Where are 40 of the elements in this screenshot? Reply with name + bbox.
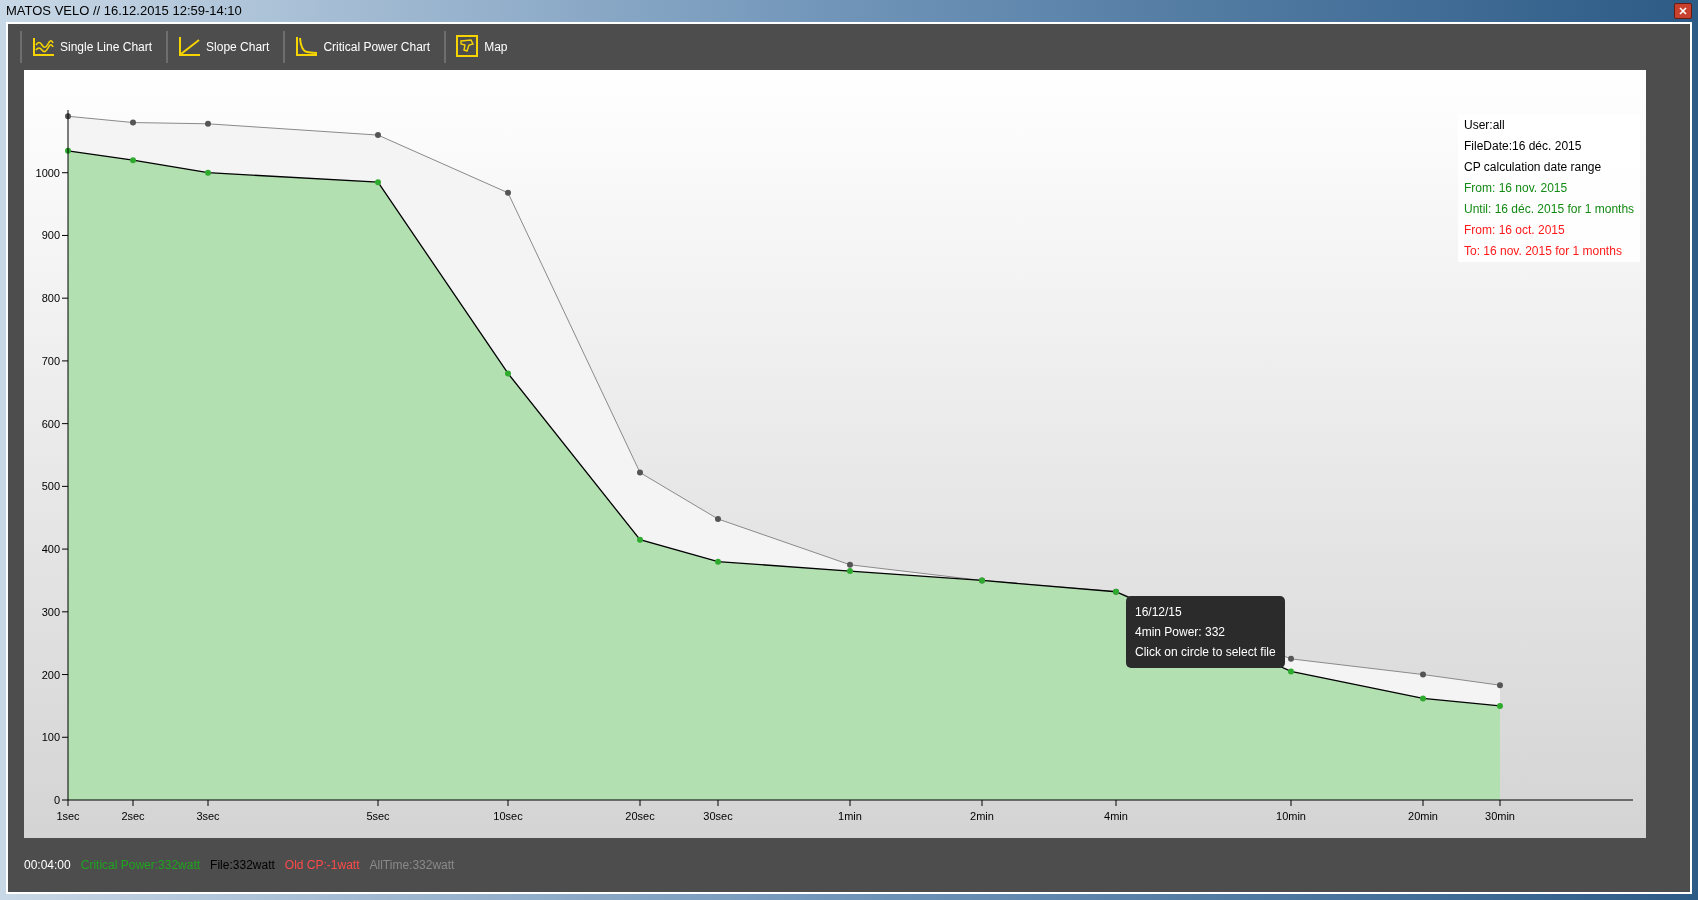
x-tick-label: 10sec <box>493 810 523 822</box>
x-tick-label: 1min <box>838 810 862 822</box>
window-title: MATOS VELO // 16.12.2015 12:59-14:10 <box>6 2 242 21</box>
y-tick-label: 1000 <box>35 166 60 179</box>
status-text: Critical Power:332watt <box>80 857 201 874</box>
y-tick-label: 500 <box>41 480 60 493</box>
x-tick-label: 20sec <box>625 810 655 822</box>
x-tick-label: 20min <box>1408 810 1438 822</box>
x-tick-label: 1sec <box>56 810 80 822</box>
y-tick-label: 800 <box>41 292 60 305</box>
tooltip-text: 4min Power: 332 <box>1135 624 1227 641</box>
y-tick-label: 200 <box>41 668 60 681</box>
status-text: Old CP:-1watt <box>284 857 360 874</box>
status-text: AllTime:332watt <box>369 857 455 874</box>
legend-text: FileDate:16 déc. 2015 <box>1464 138 1583 155</box>
tooltip-text: 16/12/15 <box>1135 604 1183 621</box>
legend-text: User:all <box>1464 117 1506 134</box>
y-tick-label: 600 <box>41 417 60 430</box>
y-tick-label: 100 <box>41 731 60 744</box>
x-tick-label: 10min <box>1276 810 1306 822</box>
legend-text: Until: 16 déc. 2015 for 1 months <box>1464 201 1635 218</box>
y-tick-label: 700 <box>41 354 60 367</box>
legend-text: To: 16 nov. 2015 for 1 months <box>1464 243 1623 260</box>
x-tick-label: 2sec <box>121 810 145 822</box>
status-text: 00:04:00 <box>24 857 71 874</box>
y-tick-label: 900 <box>41 229 60 242</box>
legend-text: From: 16 oct. 2015 <box>1464 222 1566 239</box>
x-tick-label: 3sec <box>196 810 220 822</box>
y-tick-label: 0 <box>53 794 60 806</box>
status-text: File:332watt <box>210 857 275 874</box>
legend-text: CP calculation date range <box>1464 159 1603 176</box>
legend-text: From: 16 nov. 2015 <box>1464 180 1569 197</box>
x-tick-label: 5sec <box>366 810 390 822</box>
x-tick-label: 30sec <box>703 810 733 822</box>
x-tick-label: 2min <box>970 810 994 822</box>
y-tick-label: 400 <box>41 543 60 556</box>
x-tick-label: 30min <box>1485 810 1515 822</box>
tooltip-text: Click on circle to select file <box>1135 644 1276 661</box>
x-tick-label: 4min <box>1104 810 1128 822</box>
y-tick-label: 300 <box>41 605 60 618</box>
